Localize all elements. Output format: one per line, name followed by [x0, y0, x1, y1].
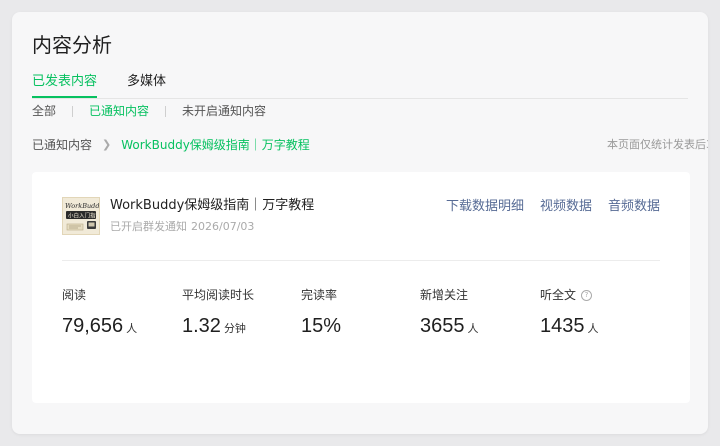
article-meta: 已开启群发通知 2026/07/03	[110, 218, 254, 236]
stat-value: 1435 人	[540, 313, 658, 339]
statistics-notice: 本页面仅统计发表后3	[607, 138, 708, 151]
stat-value: 3655 人	[420, 313, 538, 339]
publish-date: 2026/07/03	[191, 220, 255, 233]
tab-multimedia[interactable]: 多媒体	[127, 72, 166, 98]
filter-notified-content[interactable]: 已通知内容	[89, 102, 149, 120]
stat-avg-read-time: 平均阅读时长 1.32 分钟	[182, 286, 300, 339]
breadcrumb: 已通知内容 ❯ WorkBuddy保姆级指南｜万字教程	[32, 136, 310, 154]
stat-number: 1435	[540, 315, 585, 337]
card-divider	[62, 260, 660, 261]
stat-unit: 分钟	[223, 322, 246, 335]
stat-number: 79,656	[62, 315, 124, 337]
breadcrumb-current: WorkBuddy保姆级指南｜万字教程	[121, 138, 310, 152]
filter-not-notified-content[interactable]: 未开启通知内容	[182, 102, 266, 120]
filter-all[interactable]: 全部	[32, 102, 56, 120]
video-data-link[interactable]: 视频数据	[540, 197, 592, 217]
article-thumbnail: WorkBuddy 小白入门指南	[62, 197, 100, 235]
stat-number: 3655	[420, 315, 465, 337]
thumbnail-text-line2: 小白入门指南	[68, 212, 99, 220]
stat-listen-full: 听全文? 1435 人	[540, 286, 658, 339]
stat-label-row: 听全文?	[540, 286, 658, 304]
filter-divider	[72, 105, 74, 117]
page-title: 内容分析	[32, 33, 112, 57]
data-actions: 下载数据明细 视频数据 音频数据	[430, 197, 660, 217]
workbuddy-cover-thumbnail-icon: WorkBuddy 小白入门指南	[63, 198, 99, 234]
article-stats-card: WorkBuddy 小白入门指南 WorkBuddy保姆级指南｜万字教程 已开启…	[32, 172, 690, 403]
content-analysis-panel: 内容分析 已发表内容 多媒体 全部 已通知内容 未开启通知内容 已通知内容 ❯ …	[12, 12, 708, 434]
question-circle-icon[interactable]: ?	[581, 289, 593, 301]
stat-completion-rate: 完读率 15%	[301, 286, 419, 339]
stat-unit: 人	[587, 322, 599, 335]
notification-status: 已开启群发通知	[110, 220, 187, 233]
stat-value: 79,656 人	[62, 313, 180, 339]
tabs-divider	[32, 98, 688, 99]
stat-new-followers: 新增关注 3655 人	[420, 286, 538, 339]
stat-reads: 阅读 79,656 人	[62, 286, 180, 339]
filter-divider	[165, 105, 167, 117]
breadcrumb-parent[interactable]: 已通知内容	[32, 136, 92, 154]
stat-label: 听全文	[540, 288, 577, 302]
article-title: WorkBuddy保姆级指南｜万字教程	[110, 198, 315, 213]
stat-number: 1.32	[182, 315, 221, 337]
stat-value: 15%	[301, 313, 419, 339]
notification-filter-bar: 全部 已通知内容 未开启通知内容	[32, 102, 266, 120]
stat-number: 15%	[301, 315, 342, 337]
stat-value: 1.32 分钟	[182, 313, 300, 339]
chevron-right-icon: ❯	[102, 138, 112, 151]
stat-label: 完读率	[301, 288, 338, 302]
stat-unit: 人	[467, 322, 479, 335]
tab-published-content[interactable]: 已发表内容	[32, 72, 98, 98]
download-details-link[interactable]: 下载数据明细	[446, 197, 524, 217]
thumbnail-text-line1: WorkBuddy	[65, 202, 99, 210]
stat-unit: 人	[126, 322, 138, 335]
content-type-tabs: 已发表内容 多媒体	[32, 72, 196, 98]
stat-label: 新增关注	[420, 288, 469, 302]
stat-label: 阅读	[62, 288, 87, 302]
audio-data-link[interactable]: 音频数据	[608, 197, 660, 217]
stat-label: 平均阅读时长	[182, 288, 255, 302]
